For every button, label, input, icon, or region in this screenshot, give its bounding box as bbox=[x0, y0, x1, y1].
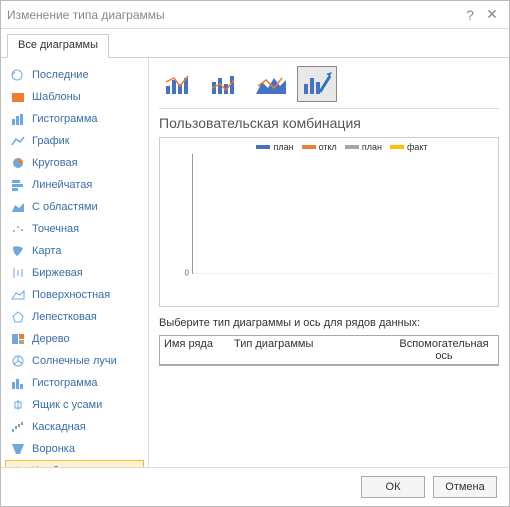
sidebar-item-11[interactable]: Лепестковая bbox=[5, 306, 144, 328]
sidebar-item-label: Карта bbox=[32, 245, 61, 257]
sidebar-item-6[interactable]: С областями bbox=[5, 196, 144, 218]
tabs: Все диаграммы bbox=[1, 29, 509, 58]
sidebar-item-5[interactable]: Линейчатая bbox=[5, 174, 144, 196]
sidebar-item-2[interactable]: Гистограмма bbox=[5, 108, 144, 130]
hdr-series-name: Имя ряда bbox=[164, 338, 234, 362]
legend-plan2: план bbox=[362, 142, 382, 152]
legend-plan: план bbox=[273, 142, 293, 152]
sidebar-item-label: Шаблоны bbox=[32, 91, 81, 103]
chart-type-icon bbox=[10, 288, 26, 302]
combo-variant-2[interactable] bbox=[205, 66, 245, 102]
chart-type-icon bbox=[10, 68, 26, 82]
sidebar-item-label: Гистограмма bbox=[32, 377, 98, 389]
tab-all-charts[interactable]: Все диаграммы bbox=[7, 34, 109, 58]
help-button[interactable]: ? bbox=[459, 7, 481, 23]
chart-plot-area: 0 bbox=[192, 154, 492, 274]
sidebar-item-label: Биржевая bbox=[32, 267, 83, 279]
chart-type-icon bbox=[10, 398, 26, 412]
chart-category-sidebar: Последние Шаблоны Гистограмма График Кругова… bbox=[1, 58, 149, 467]
chart-type-icon bbox=[10, 112, 26, 126]
sidebar-item-label: Лепестковая bbox=[32, 311, 97, 323]
sidebar-item-15[interactable]: Ящик с усами bbox=[5, 394, 144, 416]
dialog-footer: ОК Отмена bbox=[1, 467, 509, 506]
cancel-button[interactable]: Отмена bbox=[433, 476, 497, 498]
combo-variant-custom[interactable] bbox=[297, 66, 337, 102]
sidebar-item-14[interactable]: Гистограмма bbox=[5, 372, 144, 394]
sidebar-item-label: Ящик с усами bbox=[32, 399, 102, 411]
titlebar: Изменение типа диаграммы ? ✕ bbox=[1, 1, 509, 29]
sidebar-item-13[interactable]: Солнечные лучи bbox=[5, 350, 144, 372]
dialog-title: Изменение типа диаграммы bbox=[7, 8, 459, 22]
hdr-chart-type: Тип диаграммы bbox=[234, 338, 394, 362]
sidebar-item-3[interactable]: График bbox=[5, 130, 144, 152]
close-button[interactable]: ✕ bbox=[481, 6, 503, 23]
ok-button[interactable]: ОК bbox=[361, 476, 425, 498]
sidebar-item-label: Дерево bbox=[32, 333, 70, 345]
series-config-label: Выберите тип диаграммы и ось для рядов д… bbox=[159, 317, 499, 329]
chart-type-icon bbox=[10, 200, 26, 214]
chart-type-icon bbox=[10, 178, 26, 192]
chart-type-icon bbox=[10, 442, 26, 456]
chart-legend: план откл план факт bbox=[192, 142, 492, 152]
chart-type-icon bbox=[10, 376, 26, 390]
section-heading: Пользовательская комбинация bbox=[159, 115, 499, 131]
sidebar-item-label: График bbox=[32, 135, 70, 147]
sidebar-item-label: С областями bbox=[32, 201, 98, 213]
sidebar-item-label: Воронка bbox=[32, 443, 75, 455]
combo-variant-row bbox=[159, 66, 499, 109]
chart-type-icon bbox=[10, 332, 26, 346]
legend-fact: факт bbox=[407, 142, 428, 152]
chart-type-icon bbox=[10, 420, 26, 434]
chart-type-icon bbox=[10, 266, 26, 280]
sidebar-item-16[interactable]: Каскадная bbox=[5, 416, 144, 438]
chart-type-icon bbox=[10, 310, 26, 324]
chart-preview: план откл план факт 0 bbox=[159, 137, 499, 307]
combo-variant-3[interactable] bbox=[251, 66, 291, 102]
sidebar-item-7[interactable]: Точечная bbox=[5, 218, 144, 240]
sidebar-item-12[interactable]: Дерево bbox=[5, 328, 144, 350]
sidebar-item-label: Солнечные лучи bbox=[32, 355, 117, 367]
sidebar-item-17[interactable]: Воронка bbox=[5, 438, 144, 460]
sidebar-item-0[interactable]: Последние bbox=[5, 64, 144, 86]
sidebar-item-8[interactable]: Карта bbox=[5, 240, 144, 262]
sidebar-item-label: Последние bbox=[32, 69, 89, 81]
chart-type-icon bbox=[10, 354, 26, 368]
sidebar-item-10[interactable]: Поверхностная bbox=[5, 284, 144, 306]
chart-type-icon bbox=[10, 244, 26, 258]
sidebar-item-label: Гистограмма bbox=[32, 113, 98, 125]
chart-type-icon bbox=[10, 222, 26, 236]
hdr-secondary-axis: Вспомогательная ось bbox=[394, 338, 494, 362]
combo-variant-1[interactable] bbox=[159, 66, 199, 102]
sidebar-item-label: Поверхностная bbox=[32, 289, 110, 301]
sidebar-item-9[interactable]: Биржевая bbox=[5, 262, 144, 284]
sidebar-item-label: Каскадная bbox=[32, 421, 86, 433]
series-config-table: Имя ряда Тип диаграммы Вспомогательная о… bbox=[159, 335, 499, 366]
sidebar-item-label: Точечная bbox=[32, 223, 79, 235]
chart-type-icon bbox=[10, 90, 26, 104]
legend-otkl: откл bbox=[319, 142, 337, 152]
sidebar-item-1[interactable]: Шаблоны bbox=[5, 86, 144, 108]
chart-type-icon bbox=[10, 134, 26, 148]
sidebar-item-18[interactable]: Комбинированная bbox=[5, 460, 144, 467]
sidebar-item-label: Круговая bbox=[32, 157, 78, 169]
change-chart-type-dialog: Изменение типа диаграммы ? ✕ Все диаграм… bbox=[0, 0, 510, 507]
chart-type-icon bbox=[10, 156, 26, 170]
sidebar-item-4[interactable]: Круговая bbox=[5, 152, 144, 174]
sidebar-item-label: Линейчатая bbox=[32, 179, 92, 191]
